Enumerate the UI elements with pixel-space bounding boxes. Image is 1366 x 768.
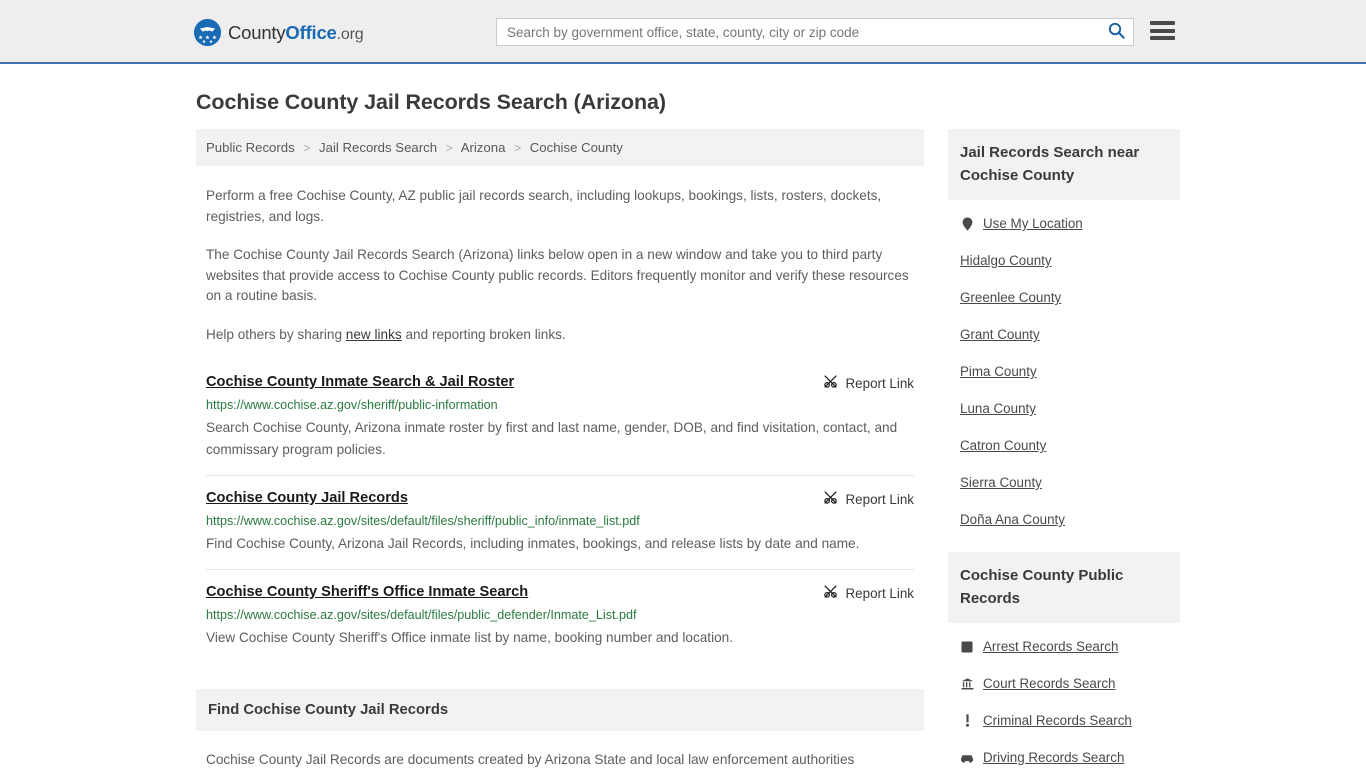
- sidebar-public-records-block: Cochise County Public Records Arrest Rec…: [948, 552, 1180, 768]
- report-link-button[interactable]: Report Link: [823, 583, 914, 602]
- breadcrumb-item-arizona[interactable]: Arizona: [461, 140, 506, 155]
- sidebar-near-list: Use My Location Hidalgo County Greenlee …: [948, 200, 1180, 538]
- breadcrumb: Public Records > Jail Records Search > A…: [196, 129, 924, 166]
- broken-link-icon: [823, 584, 838, 602]
- breadcrumb-separator: >: [445, 141, 453, 155]
- sidebar-link[interactable]: Pima County: [960, 364, 1037, 379]
- brand-org: .org: [336, 25, 364, 43]
- sidebar-near-block: Jail Records Search near Cochise County …: [948, 129, 1180, 538]
- sidebar-near-heading: Jail Records Search near Cochise County: [948, 129, 1180, 200]
- main-column: Public Records > Jail Records Search > A…: [196, 129, 924, 768]
- sidebar-item-criminal-records-search[interactable]: Criminal Records Search: [948, 702, 1180, 739]
- sidebar-item-arrest-records-search[interactable]: Arrest Records Search: [948, 623, 1180, 665]
- intro-text: Perform a free Cochise County, AZ public…: [196, 186, 924, 345]
- sidebar-link[interactable]: Hidalgo County: [960, 253, 1052, 268]
- sidebar-item-dona-ana-county[interactable]: Doña Ana County: [948, 501, 1180, 538]
- find-records-heading: Find Cochise County Jail Records: [196, 689, 924, 731]
- hamburger-bar: [1150, 28, 1175, 33]
- hamburger-menu-icon[interactable]: [1150, 21, 1175, 40]
- result-title-link[interactable]: Cochise County Inmate Search & Jail Rost…: [206, 373, 514, 391]
- sidebar-link[interactable]: Doña Ana County: [960, 512, 1065, 527]
- sidebar-item-luna-county[interactable]: Luna County: [948, 390, 1180, 427]
- breadcrumb-item-public-records[interactable]: Public Records: [206, 140, 295, 155]
- result-item: Cochise County Sheriff's Office Inmate S…: [206, 569, 914, 663]
- sidebar-link[interactable]: Luna County: [960, 401, 1036, 416]
- countyoffice-eagle-logo-icon: [194, 19, 221, 46]
- intro-p3-before: Help others by sharing: [206, 326, 346, 342]
- search-icon: [1108, 22, 1125, 42]
- report-link-label: Report Link: [845, 375, 914, 391]
- hamburger-bar: [1150, 21, 1175, 25]
- new-links-link[interactable]: new links: [346, 327, 402, 342]
- report-link-label: Report Link: [845, 491, 914, 507]
- sidebar-item-catron-county[interactable]: Catron County: [948, 427, 1180, 464]
- find-records-paragraph: Cochise County Jail Records are document…: [206, 752, 855, 767]
- result-item: Cochise County Inmate Search & Jail Rost…: [206, 367, 914, 475]
- sidebar-link[interactable]: Criminal Records Search: [983, 713, 1132, 728]
- sidebar-item-greenlee-county[interactable]: Greenlee County: [948, 279, 1180, 316]
- sidebar-item-driving-records-search[interactable]: Driving Records Search: [948, 739, 1180, 768]
- sidebar: Jail Records Search near Cochise County …: [948, 129, 1180, 768]
- search-bar[interactable]: [496, 18, 1134, 46]
- brand-county: County: [228, 21, 286, 43]
- courthouse-icon: [960, 677, 974, 691]
- find-records-body: Cochise County Jail Records are document…: [196, 749, 924, 768]
- sidebar-link[interactable]: Arrest Records Search: [983, 639, 1118, 654]
- map-pin-icon: [960, 217, 974, 231]
- brand-wordmark: CountyOffice.org: [228, 21, 364, 44]
- breadcrumb-separator: >: [514, 141, 522, 155]
- broken-link-icon: [823, 374, 838, 392]
- result-url: https://www.cochise.az.gov/sites/default…: [206, 608, 637, 622]
- breadcrumb-item-jail-records-search[interactable]: Jail Records Search: [319, 140, 437, 155]
- result-description: Search Cochise County, Arizona inmate ro…: [206, 420, 898, 457]
- intro-paragraph-3: Help others by sharing new links and rep…: [206, 325, 914, 346]
- sidebar-link[interactable]: Grant County: [960, 327, 1040, 342]
- breadcrumb-item-cochise-county: Cochise County: [529, 140, 623, 155]
- search-button[interactable]: [1099, 19, 1133, 45]
- sidebar-link[interactable]: Sierra County: [960, 475, 1042, 490]
- intro-paragraph-1: Perform a free Cochise County, AZ public…: [206, 188, 882, 224]
- result-description: View Cochise County Sheriff's Office inm…: [206, 630, 733, 645]
- brand-office: Office: [285, 21, 337, 43]
- result-description: Find Cochise County, Arizona Jail Record…: [206, 536, 860, 551]
- sidebar-link[interactable]: Use My Location: [983, 216, 1083, 231]
- sidebar-public-records-list: Arrest Records Search Court Records Sear…: [948, 623, 1180, 768]
- intro-p3-after: and reporting broken links.: [401, 326, 566, 342]
- page-title: Cochise County Jail Records Search (Ariz…: [196, 90, 666, 114]
- sidebar-link[interactable]: Court Records Search: [983, 676, 1115, 691]
- result-url: https://www.cochise.az.gov/sheriff/publi…: [206, 398, 498, 412]
- result-url: https://www.cochise.az.gov/sites/default…: [206, 514, 640, 528]
- broken-link-icon: [823, 490, 838, 508]
- sidebar-item-court-records-search[interactable]: Court Records Search: [948, 665, 1180, 702]
- sidebar-item-sierra-county[interactable]: Sierra County: [948, 464, 1180, 501]
- sidebar-item-grant-county[interactable]: Grant County: [948, 316, 1180, 353]
- report-link-label: Report Link: [845, 585, 914, 601]
- sidebar-link[interactable]: Driving Records Search: [983, 750, 1124, 765]
- sidebar-public-records-heading: Cochise County Public Records: [948, 552, 1180, 623]
- sidebar-item-hidalgo-county[interactable]: Hidalgo County: [948, 242, 1180, 279]
- result-title-link[interactable]: Cochise County Jail Records: [206, 489, 408, 507]
- search-input[interactable]: [497, 19, 1099, 45]
- exclamation-icon: [960, 714, 974, 728]
- breadcrumb-separator: >: [303, 141, 311, 155]
- intro-paragraph-2: The Cochise County Jail Records Search (…: [206, 247, 909, 303]
- car-icon: [960, 751, 974, 765]
- page-body: Cochise County Jail Records Search (Ariz…: [0, 90, 1366, 768]
- hamburger-bar: [1150, 36, 1175, 40]
- report-link-button[interactable]: Report Link: [823, 373, 914, 392]
- sidebar-item-pima-county[interactable]: Pima County: [948, 353, 1180, 390]
- result-item: Cochise County Jail Records Report Link …: [206, 475, 914, 569]
- report-link-button[interactable]: Report Link: [823, 489, 914, 508]
- results-list: Cochise County Inmate Search & Jail Rost…: [196, 367, 924, 663]
- site-logo[interactable]: CountyOffice.org: [194, 19, 364, 46]
- sidebar-item-use-my-location[interactable]: Use My Location: [948, 200, 1180, 242]
- fingerprint-icon: [960, 640, 974, 654]
- site-header: CountyOffice.org: [0, 0, 1366, 64]
- sidebar-link[interactable]: Catron County: [960, 438, 1046, 453]
- result-title-link[interactable]: Cochise County Sheriff's Office Inmate S…: [206, 583, 528, 601]
- sidebar-link[interactable]: Greenlee County: [960, 290, 1061, 305]
